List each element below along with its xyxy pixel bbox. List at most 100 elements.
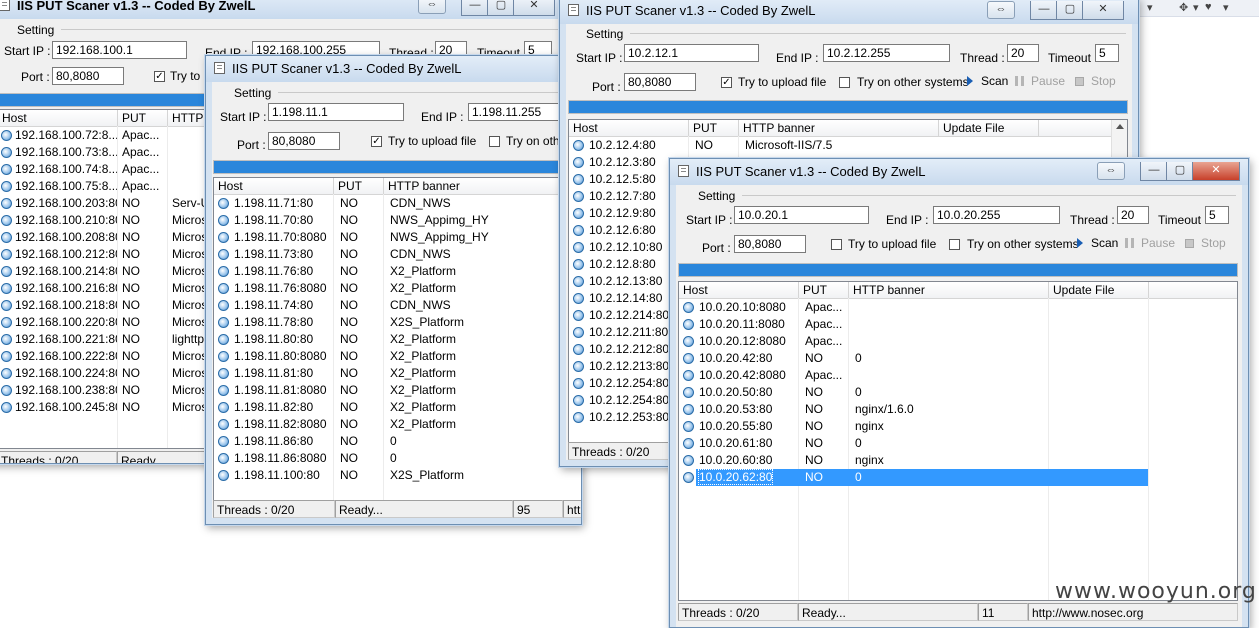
pause-button[interactable]: Pause — [1141, 236, 1175, 250]
scroll-up-icon[interactable] — [1116, 124, 1124, 129]
close-button[interactable]: ✕ — [513, 0, 555, 16]
table-row[interactable]: 1.198.11.70:8080 NO NWS_Appimg_HY — [214, 229, 581, 246]
title-bar[interactable]: IIS PUT Scaner v1.3 -- Coded By ZwelL ⇔ … — [0, 0, 573, 19]
table-row[interactable]: 1.198.11.80:8080 NO X2_Platform — [214, 348, 581, 365]
table-row[interactable]: 1.198.11.82:8080 NO X2_Platform — [214, 416, 581, 433]
table-row[interactable]: 10.2.12.4:80 NO Microsoft-IIS/7.5 — [569, 137, 1127, 154]
try-other-checkbox[interactable] — [949, 239, 960, 250]
resize-arrows-icon[interactable]: ⇔ — [1097, 162, 1125, 180]
timeout-input[interactable] — [1095, 44, 1119, 62]
table-row[interactable]: 1.198.11.86:80 NO 0 — [214, 433, 581, 450]
col-host-header[interactable]: Host — [569, 120, 689, 136]
table-row[interactable]: 10.0.20.60:80 NO nginx — [679, 452, 1237, 469]
table-row[interactable]: 10.0.20.10:8080 Apac... — [679, 299, 1237, 316]
try-upload-checkbox[interactable]: ✓ — [721, 77, 732, 88]
end-ip-input[interactable] — [823, 44, 950, 62]
col-host-header[interactable]: Host — [679, 282, 799, 298]
close-button[interactable]: ✕ — [1082, 1, 1124, 20]
try-upload-checkbox[interactable]: ✓ — [154, 71, 165, 82]
results-list[interactable]: Host PUT HTTP banner Update File 10.0.20… — [678, 281, 1238, 601]
table-row[interactable]: 10.0.20.61:80 NO 0 — [679, 435, 1237, 452]
try-other-checkbox[interactable] — [489, 136, 500, 147]
table-row[interactable]: 1.198.11.81:80 NO X2_Platform — [214, 365, 581, 382]
stop-button[interactable]: Stop — [1201, 236, 1226, 250]
table-row[interactable]: 10.0.20.42:8080 Apac... — [679, 367, 1237, 384]
try-other-checkbox[interactable] — [839, 77, 850, 88]
col-host-header[interactable]: Host — [0, 110, 118, 126]
results-list[interactable]: Host PUT HTTP banner 1.198.11.71:80 NO CDN… — [213, 177, 581, 512]
col-put-header[interactable]: PUT — [689, 120, 739, 136]
col-put-header[interactable]: PUT — [799, 282, 849, 298]
table-row[interactable]: 10.0.20.53:80 NO nginx/1.6.0 — [679, 401, 1237, 418]
table-row[interactable]: 10.0.20.12:8080 Apac... — [679, 333, 1237, 350]
gear-icon[interactable]: ✥ — [1179, 1, 1188, 14]
col-put-header[interactable]: PUT — [118, 110, 168, 126]
col-update-header[interactable]: Update File — [1049, 282, 1149, 298]
play-icon[interactable] — [1077, 238, 1083, 248]
stop-button[interactable]: Stop — [1091, 74, 1116, 88]
col-banner-header[interactable]: HTTP banner — [739, 120, 939, 136]
start-ip-input[interactable] — [734, 206, 869, 224]
pause-icon[interactable] — [1015, 76, 1024, 86]
pause-button[interactable]: Pause — [1031, 74, 1065, 88]
title-bar[interactable]: IIS PUT Scaner v1.3 -- Coded By ZwelL — [206, 56, 581, 82]
table-row[interactable]: 1.198.11.74:80 NO CDN_NWS — [214, 297, 581, 314]
title-bar[interactable]: IIS PUT Scaner v1.3 -- Coded By ZwelL ⇔ … — [670, 159, 1248, 185]
col-banner-header[interactable]: HTTP banner — [384, 178, 581, 194]
table-row[interactable]: 1.198.11.70:80 NO NWS_Appimg_HY — [214, 212, 581, 229]
table-row[interactable]: 1.198.11.100:80 NO X2S_Platform — [214, 467, 581, 484]
resize-arrows-icon[interactable]: ⇔ — [987, 1, 1015, 19]
chevron-down-icon[interactable]: ▾ — [1193, 1, 1199, 14]
close-button[interactable]: ✕ — [1192, 162, 1240, 181]
scan-button[interactable]: Scan — [981, 74, 1008, 88]
table-row[interactable]: 10.0.20.11:8080 Apac... — [679, 316, 1237, 333]
resize-arrows-icon[interactable]: ⇔ — [418, 0, 446, 14]
table-row[interactable]: 1.198.11.86:8080 NO 0 — [214, 450, 581, 467]
play-icon[interactable] — [967, 76, 973, 86]
port-input[interactable] — [52, 67, 124, 85]
start-ip-input[interactable] — [624, 44, 759, 62]
maximize-button[interactable]: ▢ — [1056, 1, 1084, 20]
chevron-down-icon[interactable]: ▾ — [1147, 1, 1153, 14]
table-row[interactable]: 10.0.20.42:80 NO 0 — [679, 350, 1237, 367]
table-row[interactable]: 1.198.11.71:80 NO CDN_NWS — [214, 195, 581, 212]
maximize-button[interactable]: ▢ — [1166, 162, 1194, 181]
try-upload-checkbox[interactable] — [831, 239, 842, 250]
start-ip-input[interactable] — [52, 41, 187, 59]
table-row[interactable]: 1.198.11.76:8080 NO X2_Platform — [214, 280, 581, 297]
table-row[interactable]: 1.198.11.81:8080 NO X2_Platform — [214, 382, 581, 399]
timeout-input[interactable] — [1205, 206, 1229, 224]
globe-icon — [218, 453, 229, 464]
stop-icon[interactable] — [1075, 77, 1084, 86]
thread-input[interactable] — [1117, 206, 1149, 224]
heart-icon[interactable]: ♥ — [1205, 1, 1212, 13]
col-put-header[interactable]: PUT — [334, 178, 384, 194]
port-input[interactable] — [268, 132, 340, 150]
stop-icon[interactable] — [1185, 239, 1194, 248]
table-row[interactable]: 1.198.11.82:80 NO X2_Platform — [214, 399, 581, 416]
table-row[interactable]: 10.0.20.55:80 NO nginx — [679, 418, 1237, 435]
end-ip-input[interactable] — [933, 206, 1060, 224]
maximize-button[interactable]: ▢ — [487, 0, 515, 16]
minimize-button[interactable]: — — [461, 0, 489, 16]
try-upload-checkbox[interactable]: ✓ — [371, 136, 382, 147]
table-row[interactable]: 1.198.11.73:80 NO CDN_NWS — [214, 246, 581, 263]
title-bar[interactable]: IIS PUT Scaner v1.3 -- Coded By ZwelL ⇔ … — [560, 0, 1138, 24]
start-ip-input[interactable] — [268, 103, 404, 121]
minimize-button[interactable]: — — [1030, 1, 1058, 20]
table-row[interactable]: 1.198.11.80:80 NO X2_Platform — [214, 331, 581, 348]
port-input[interactable] — [624, 73, 696, 91]
pause-icon[interactable] — [1125, 238, 1134, 248]
col-banner-header[interactable]: HTTP banner — [849, 282, 1049, 298]
port-input[interactable] — [734, 235, 806, 253]
minimize-button[interactable]: — — [1140, 162, 1168, 181]
thread-input[interactable] — [1007, 44, 1039, 62]
table-row[interactable]: 1.198.11.76:80 NO X2_Platform — [214, 263, 581, 280]
col-host-header[interactable]: Host — [214, 178, 334, 194]
chevron-down-icon[interactable]: ▾ — [1223, 1, 1229, 14]
scan-button[interactable]: Scan — [1091, 236, 1118, 250]
table-row-selected[interactable]: 10.0.20.62:80 NO 0 — [679, 469, 1237, 486]
table-row[interactable]: 10.0.20.50:80 NO 0 — [679, 384, 1237, 401]
col-update-header[interactable]: Update File — [939, 120, 1039, 136]
table-row[interactable]: 1.198.11.78:80 NO X2S_Platform — [214, 314, 581, 331]
